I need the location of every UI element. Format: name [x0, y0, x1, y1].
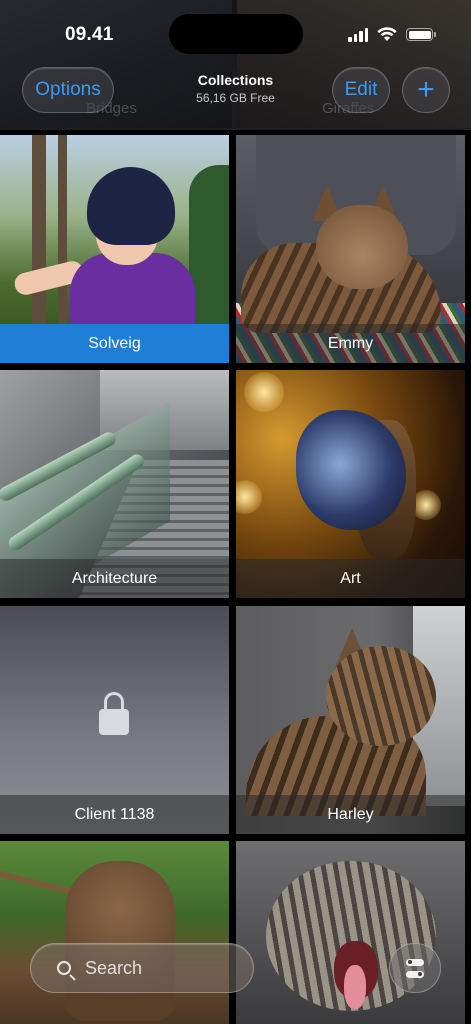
battery-icon	[406, 28, 436, 41]
filter-toggle-icon	[406, 958, 424, 966]
collection-tile-emmy[interactable]: Emmy	[236, 135, 465, 363]
collection-title: Architecture	[0, 559, 229, 598]
collection-title: Harley	[236, 795, 465, 834]
collection-tile[interactable]	[0, 841, 229, 1024]
lock-icon	[99, 692, 129, 736]
collection-title: Solveig	[0, 324, 229, 363]
search-icon	[57, 961, 71, 975]
collection-tile-architecture[interactable]: Architecture	[0, 370, 229, 598]
wifi-icon	[377, 27, 397, 41]
navigation-header: Bridges Giraffes 09.41 Options Collectio…	[0, 0, 471, 130]
plus-icon: +	[417, 73, 435, 106]
title-block: Collections 56,16 GB Free	[150, 72, 321, 105]
search-placeholder: Search	[85, 957, 143, 978]
collection-tile-art[interactable]: Art	[236, 370, 465, 598]
collection-title: Client 1138	[0, 795, 229, 834]
collection-tile-harley[interactable]: Harley	[236, 606, 465, 834]
edit-button[interactable]: Edit	[332, 67, 390, 113]
search-field[interactable]: Search	[30, 943, 254, 993]
dynamic-island	[169, 14, 303, 54]
cellular-signal-icon	[348, 27, 368, 42]
storage-free-label: 56,16 GB Free	[196, 91, 275, 105]
collection-tile-solveig[interactable]: Solveig	[0, 135, 229, 363]
collection-title: Art	[236, 559, 465, 598]
options-button[interactable]: Options	[22, 67, 114, 113]
status-time: 09.41	[65, 24, 114, 45]
page-title: Collections	[197, 72, 274, 88]
filter-toggle-button[interactable]	[389, 943, 441, 993]
collection-tile[interactable]	[236, 841, 465, 1024]
collection-tile-client-1138[interactable]: Client 1138	[0, 606, 229, 834]
status-icons	[348, 27, 436, 42]
add-collection-button[interactable]: +	[402, 67, 450, 113]
collection-title: Emmy	[236, 324, 465, 363]
